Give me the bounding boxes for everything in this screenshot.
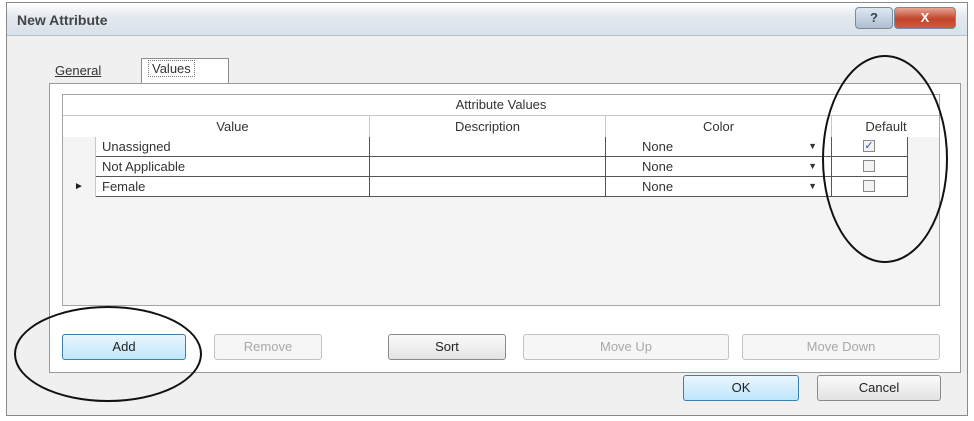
row-selector[interactable] xyxy=(63,157,96,177)
color-value: None xyxy=(642,139,674,154)
table-row[interactable]: Unassigned None ▼ ✓ xyxy=(63,137,939,157)
chevron-down-icon[interactable]: ▼ xyxy=(808,177,817,196)
move-up-button[interactable]: Move Up xyxy=(523,334,729,360)
color-value: None xyxy=(642,159,674,174)
value-cell[interactable]: Unassigned xyxy=(96,137,370,157)
title-bar: New Attribute ? X xyxy=(7,3,967,36)
column-header-description[interactable]: Description xyxy=(370,116,606,137)
move-down-button[interactable]: Move Down xyxy=(742,334,940,360)
chevron-down-icon[interactable]: ▼ xyxy=(808,157,817,176)
description-cell[interactable] xyxy=(370,137,606,157)
color-dropdown[interactable]: None ▼ xyxy=(606,137,832,157)
row-selector[interactable] xyxy=(63,137,96,157)
tab-general[interactable]: General xyxy=(49,61,139,83)
grid-caption: Attribute Values xyxy=(63,95,939,116)
column-header-value[interactable]: Value xyxy=(96,116,370,137)
tab-values-label: Values xyxy=(148,60,195,77)
ok-button[interactable]: OK xyxy=(683,375,799,401)
cancel-button[interactable]: Cancel xyxy=(817,375,941,401)
remove-button[interactable]: Remove xyxy=(214,334,322,360)
color-value: None xyxy=(642,179,674,194)
annotation-circle-add xyxy=(14,306,202,402)
color-dropdown[interactable]: None ▼ xyxy=(606,157,832,177)
annotation-circle-default xyxy=(822,55,948,263)
table-row[interactable]: Not Applicable None ▼ xyxy=(63,157,939,177)
column-header-color[interactable]: Color xyxy=(606,116,832,137)
column-headers: Value Description Color Default xyxy=(63,116,939,137)
tab-general-label: General xyxy=(55,63,102,78)
tab-values[interactable]: Values xyxy=(141,58,229,84)
attribute-values-grid: Attribute Values Value Description Color… xyxy=(62,94,940,306)
window-title: New Attribute xyxy=(17,12,108,28)
value-cell[interactable]: Female xyxy=(96,177,370,197)
chevron-down-icon[interactable]: ▼ xyxy=(808,137,817,156)
help-button[interactable]: ? xyxy=(855,7,893,29)
row-pointer-icon[interactable]: ► xyxy=(63,177,96,197)
color-dropdown[interactable]: None ▼ xyxy=(606,177,832,197)
value-cell[interactable]: Not Applicable xyxy=(96,157,370,177)
sort-button[interactable]: Sort xyxy=(388,334,506,360)
description-cell[interactable] xyxy=(370,177,606,197)
table-row[interactable]: ► Female None ▼ xyxy=(63,177,939,197)
description-cell[interactable] xyxy=(370,157,606,177)
close-button[interactable]: X xyxy=(894,7,956,29)
